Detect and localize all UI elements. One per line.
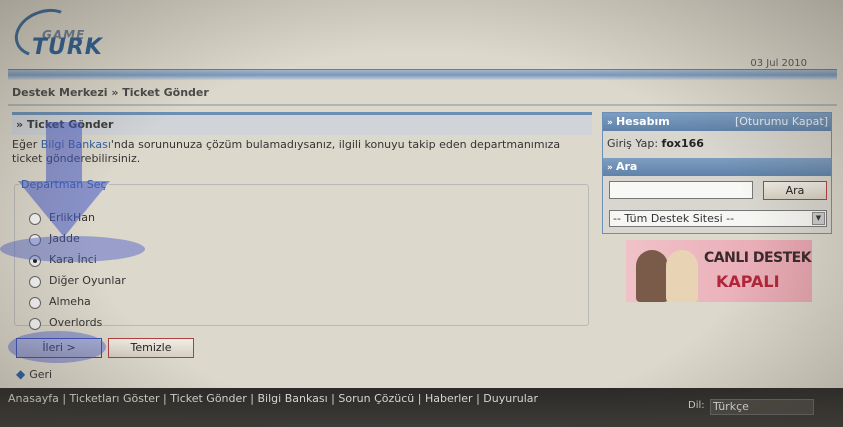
logo-text-turk: TURK — [32, 35, 103, 60]
banner-status: KAPALI — [716, 272, 780, 291]
intro-text: Eğer Bilgi Bankası'nda sorununuza çözüm … — [12, 138, 561, 165]
banner-figure-woman — [666, 250, 698, 302]
back-link[interactable]: ◆ Geri — [16, 367, 52, 381]
footer-link[interactable]: Bilgi Bankası — [258, 392, 328, 405]
username: fox166 — [661, 137, 704, 150]
department-label: Diğer Oyunlar — [49, 274, 126, 287]
search-title: Ara — [607, 160, 637, 173]
chevron-down-icon: ▼ — [812, 212, 825, 225]
account-header: Hesabım [Oturumu Kapat] — [603, 113, 831, 131]
footer-link[interactable]: Duyurular — [483, 392, 538, 405]
footer-separator: | — [159, 392, 171, 405]
language-label: Dil: — [688, 400, 705, 411]
current-date: 03 Jul 2010 — [750, 58, 807, 69]
account-title: Hesabım — [607, 115, 670, 128]
breadcrumb-divider — [8, 104, 837, 106]
radio-button[interactable] — [29, 318, 41, 330]
footer-link[interactable]: Sorun Çözücü — [338, 392, 414, 405]
sidebar-panel: Hesabım [Oturumu Kapat] Giriş Yap: fox16… — [602, 112, 832, 234]
footer-separator: | — [58, 392, 70, 405]
footer-separator: | — [472, 392, 484, 405]
search-scope-select[interactable]: -- Tüm Destek Sitesi -- ▼ — [609, 210, 827, 227]
logout-link[interactable]: [Oturumu Kapat] — [735, 115, 828, 128]
highlight-selected-department — [0, 236, 145, 262]
radio-button[interactable] — [29, 276, 41, 288]
department-label: Almeha — [49, 295, 91, 308]
footer-separator: | — [327, 392, 339, 405]
breadcrumb: Destek Merkezi » Ticket Gönder — [12, 86, 209, 99]
footer: Anasayfa | Ticketları Göster | Ticket Gö… — [0, 388, 843, 427]
gameturk-logo[interactable]: GAME TURK — [8, 0, 118, 66]
footer-separator: | — [246, 392, 258, 405]
search-input[interactable] — [609, 181, 753, 199]
banner-title: CANLI DESTEK — [704, 250, 812, 266]
login-info: Giriş Yap: fox166 — [607, 137, 704, 150]
language-select[interactable]: Türkçe — [710, 399, 814, 415]
footer-link[interactable]: Ticketları Göster — [70, 392, 160, 405]
footer-link[interactable]: Anasayfa — [8, 392, 59, 405]
top-bar — [8, 69, 837, 80]
search-button[interactable]: Ara — [763, 181, 827, 200]
footer-links: Anasayfa | Ticketları Göster | Ticket Gö… — [8, 392, 538, 405]
footer-separator: | — [414, 392, 425, 405]
ticket-section-header: » Ticket Gönder — [12, 112, 592, 135]
highlight-next-button — [8, 331, 106, 363]
back-arrow-icon: ◆ — [16, 367, 26, 381]
highlight-arrow-head — [18, 181, 110, 237]
radio-button[interactable] — [29, 297, 41, 309]
footer-link[interactable]: Haberler — [425, 392, 473, 405]
footer-link[interactable]: Ticket Gönder — [170, 392, 247, 405]
banner-figure-man — [636, 250, 668, 302]
highlight-arrow-shaft — [46, 122, 82, 182]
reset-button[interactable]: Temizle — [108, 338, 194, 358]
search-header: Ara — [603, 158, 831, 176]
live-support-banner[interactable]: CANLI DESTEK KAPALI — [626, 240, 812, 302]
department-label: Overlords — [49, 316, 103, 329]
